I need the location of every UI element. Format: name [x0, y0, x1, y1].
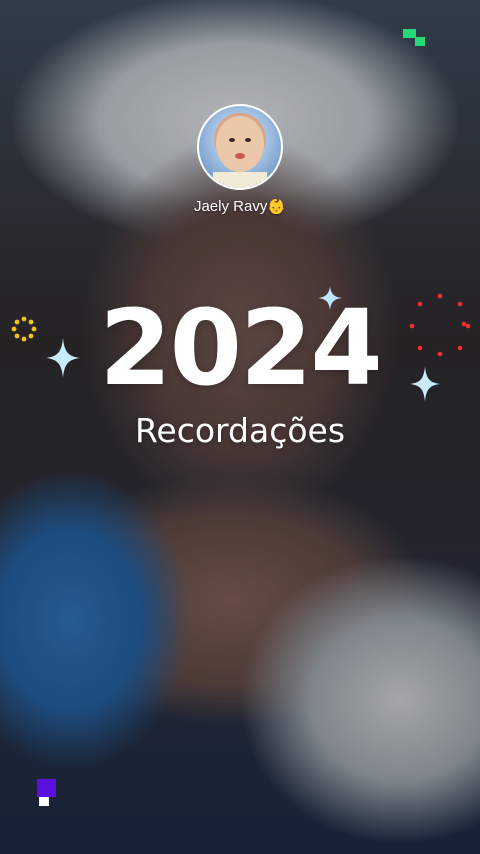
profile-name: Jaely Ravy👶	[193, 198, 287, 215]
year-title: 2024	[99, 287, 382, 409]
baby-face-icon	[213, 116, 267, 188]
profile-avatar[interactable]	[197, 104, 283, 190]
story-screen: Jaely Ravy👶 2024 Recordações	[0, 0, 480, 854]
memories-subtitle: Recordações	[134, 411, 346, 450]
